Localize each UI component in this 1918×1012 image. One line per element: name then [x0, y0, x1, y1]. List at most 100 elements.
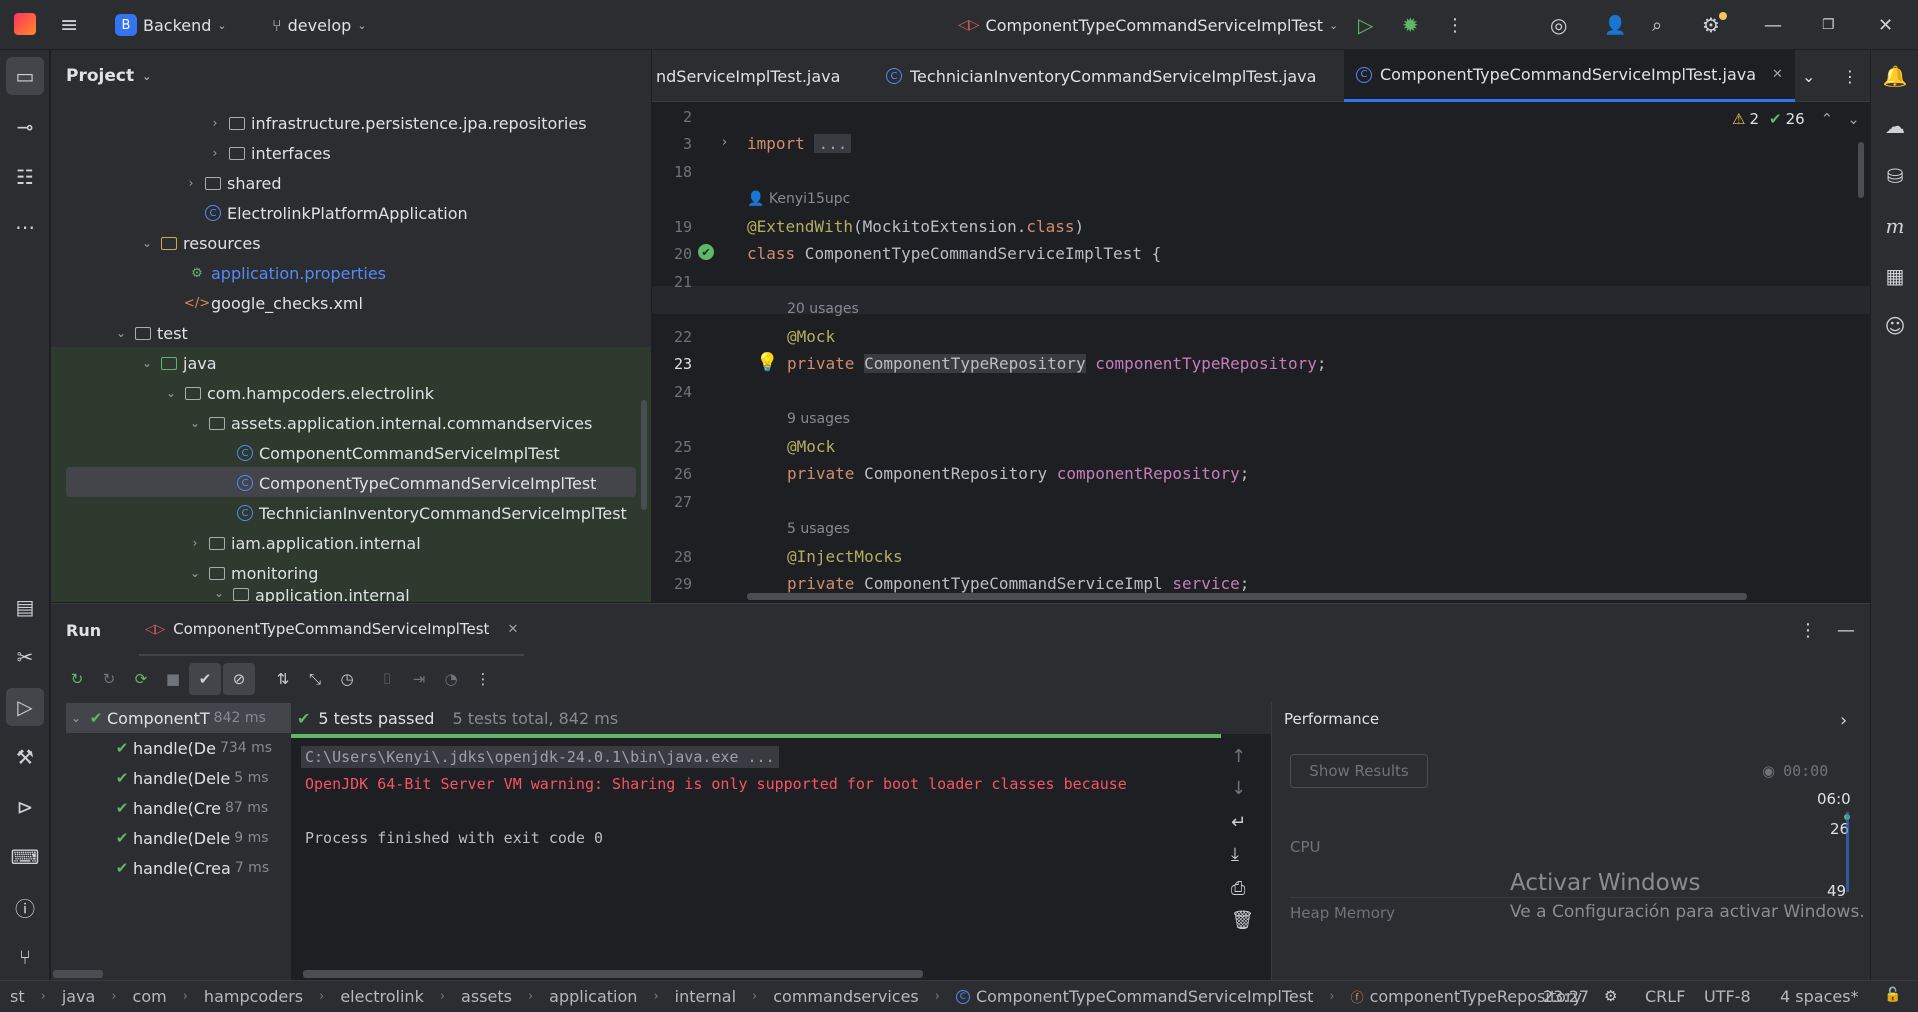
run-tab[interactable]: ◁▷ ComponentTypeCommandServiceImplTest ✕ [139, 604, 525, 656]
breadcrumb-item[interactable]: internal [675, 987, 736, 1006]
run-test-gutter-icon[interactable]: ✔ [698, 244, 714, 260]
tab-component-command-test[interactable]: ndServiceImplTest.java [656, 50, 840, 102]
close-icon[interactable]: ✕ [1878, 0, 1893, 50]
inspection-widget[interactable]: ⚠ 2 ✔ 26 ⌃ ⌄ [1732, 110, 1860, 128]
endpoints-icon[interactable]: ▦ [1871, 257, 1918, 295]
services-run-icon[interactable]: ⊳ [0, 788, 50, 826]
breadcrumb-item[interactable]: com [133, 987, 167, 1006]
project-panel-header[interactable]: Project ⌄ [51, 50, 651, 102]
debug-icon[interactable]: ✹ [1402, 0, 1419, 50]
line-ending[interactable]: CRLF [1645, 987, 1685, 1006]
settings-icon[interactable]: ⚙ [1702, 0, 1720, 50]
structure-icon[interactable]: ☷ [0, 158, 50, 196]
tree-item[interactable]: › shared [51, 168, 282, 198]
fold-arrow-icon[interactable]: › [722, 135, 727, 150]
tree-item[interactable]: ⌄ java [51, 348, 217, 378]
more-actions-icon[interactable]: ⋮ [1446, 0, 1464, 50]
soft-wrap-icon[interactable]: ↵ [1231, 812, 1246, 833]
usages-hint[interactable]: 5 usages [787, 521, 850, 537]
rerun-failed-icon[interactable]: ↻ [93, 663, 125, 695]
build-tools-icon[interactable]: ✂ [0, 638, 50, 676]
editor-v-scrollbar[interactable] [1858, 142, 1864, 198]
maven-icon[interactable]: m [1871, 207, 1918, 245]
git-icon[interactable]: ⑂ [0, 938, 50, 976]
toolbar-more-icon[interactable]: ⋮ [467, 663, 499, 695]
chevron-down-icon[interactable]: ⌄ [1847, 110, 1860, 128]
breadcrumb-item[interactable]: application [549, 987, 637, 1006]
coverage-icon[interactable]: ◔ [435, 663, 467, 695]
test-row[interactable]: ✔ handle(Dele 5 ms [51, 763, 291, 793]
show-results-button[interactable]: Show Results [1290, 754, 1428, 788]
tree-item[interactable]: ⌄ resources [51, 228, 261, 258]
tree-item[interactable]: ⌄ com.hampcoders.electrolink [51, 378, 434, 408]
main-menu-icon[interactable]: ≡ [60, 0, 78, 50]
test-row[interactable]: ✔ handle(Cre 87 ms [51, 793, 291, 823]
tree-item[interactable]: </> google_checks.xml [51, 288, 363, 318]
run-options-icon[interactable]: ⋮ [1799, 620, 1817, 641]
minimize-panel-icon[interactable]: — [1837, 620, 1855, 641]
minimize-icon[interactable]: — [1764, 0, 1782, 50]
tree-item[interactable]: ⌄ application.internal [51, 586, 410, 602]
breadcrumb-item[interactable]: java [62, 987, 96, 1006]
clear-icon[interactable]: 🗑 [1231, 910, 1254, 931]
add-user-icon[interactable]: 👤 [1604, 0, 1626, 50]
run-config-selector[interactable]: ◁▷ ComponentTypeCommandServiceImplTest ⌄ [958, 0, 1338, 50]
editor-h-scrollbar[interactable] [747, 593, 1747, 600]
snapshot-icon[interactable]: ⌷ [371, 663, 403, 695]
tree-item[interactable]: › interfaces [51, 138, 331, 168]
scroll-up-icon[interactable]: ↑ [1231, 746, 1246, 767]
stop-icon[interactable]: ■ [157, 663, 189, 695]
search-icon[interactable]: ⌕ [1652, 0, 1662, 50]
copilot-icon[interactable]: ☺ [1871, 307, 1918, 345]
breadcrumb-item[interactable]: commandservices [773, 987, 919, 1006]
test-row[interactable]: ✔ handle(Dele 9 ms [51, 823, 291, 853]
collapse-icon[interactable]: ⤡ [299, 663, 331, 695]
tree-item[interactable]: ⚙ application.properties [51, 258, 386, 288]
project-scrollbar[interactable] [641, 400, 647, 510]
close-tab-icon[interactable]: ✕ [1772, 67, 1783, 82]
ai-assistant-icon[interactable]: ◎ [1550, 0, 1567, 50]
intellij-logo[interactable] [14, 13, 36, 35]
editor-more-icon[interactable]: ⋮ [1842, 50, 1858, 102]
file-encoding[interactable]: UTF-8 [1704, 987, 1751, 1006]
tree-item-selected[interactable]: C ComponentTypeCommandServiceImplTest [51, 468, 596, 498]
console-h-scrollbar[interactable] [303, 970, 923, 978]
more-tools-icon[interactable]: ⋯ [0, 208, 50, 246]
breadcrumb-item[interactable]: hampcoders [204, 987, 303, 1006]
breadcrumb-item[interactable]: ComponentTypeCommandServiceImplTest [976, 987, 1313, 1006]
print-icon[interactable]: ⎙ [1231, 878, 1245, 899]
usages-hint[interactable]: 9 usages [787, 411, 850, 427]
show-passed-icon[interactable]: ✔ [189, 663, 221, 695]
tabs-dropdown-icon[interactable]: ⌄ [1802, 50, 1815, 102]
scroll-to-end-icon[interactable]: ⤓ [1231, 844, 1239, 865]
rerun-icon[interactable]: ↻ [61, 663, 93, 695]
toggle-autotest-icon[interactable]: ⟳ [125, 663, 157, 695]
tab-component-type-test[interactable]: C ComponentTypeCommandServiceImplTest.jav… [1344, 50, 1795, 102]
run-tool-icon[interactable]: ▷ [6, 688, 44, 726]
breadcrumb-item[interactable]: assets [461, 987, 512, 1006]
project-selector[interactable]: B Backend ⌄ [115, 0, 227, 50]
tree-item[interactable]: › iam.application.internal [51, 528, 421, 558]
database-icon[interactable]: ⛁ [1871, 157, 1918, 195]
run-icon[interactable]: ▷ [1358, 0, 1373, 50]
test-row[interactable]: ✔ handle(De 734 ms [51, 733, 291, 763]
tree-item[interactable]: C ElectrolinkPlatformApplication [51, 198, 468, 228]
restore-icon[interactable]: ❐ [1822, 0, 1835, 50]
hammer-icon[interactable]: ⚒ [0, 738, 50, 776]
history-icon[interactable]: ◷ [331, 663, 363, 695]
export-icon[interactable]: ⇥ [403, 663, 435, 695]
services-icon[interactable]: ▤ [0, 588, 50, 626]
run-panel-title[interactable]: Run [66, 621, 101, 640]
tree-item[interactable]: ⌄ assets.application.internal.commandserv… [51, 408, 592, 438]
branch-selector[interactable]: ⑂ develop ⌄ [272, 0, 367, 50]
test-row-root[interactable]: ⌄ ✔ ComponentT 842 ms [51, 703, 291, 733]
unlock-icon[interactable]: 🔓 [1884, 987, 1901, 1003]
tree-item[interactable]: ⌄ monitoring [51, 558, 318, 588]
ai-chat-icon[interactable]: ☁ [1871, 107, 1918, 145]
breadcrumb-item[interactable]: electrolink [340, 987, 424, 1006]
commit-icon[interactable]: ⊸ [0, 108, 50, 146]
indent-setting[interactable]: 4 spaces* [1780, 987, 1859, 1006]
tree-h-scrollbar[interactable] [53, 970, 103, 978]
usages-hint[interactable]: 20 usages [787, 301, 859, 317]
tree-item[interactable]: › infrastructure.persistence.jpa.reposito… [51, 108, 587, 138]
